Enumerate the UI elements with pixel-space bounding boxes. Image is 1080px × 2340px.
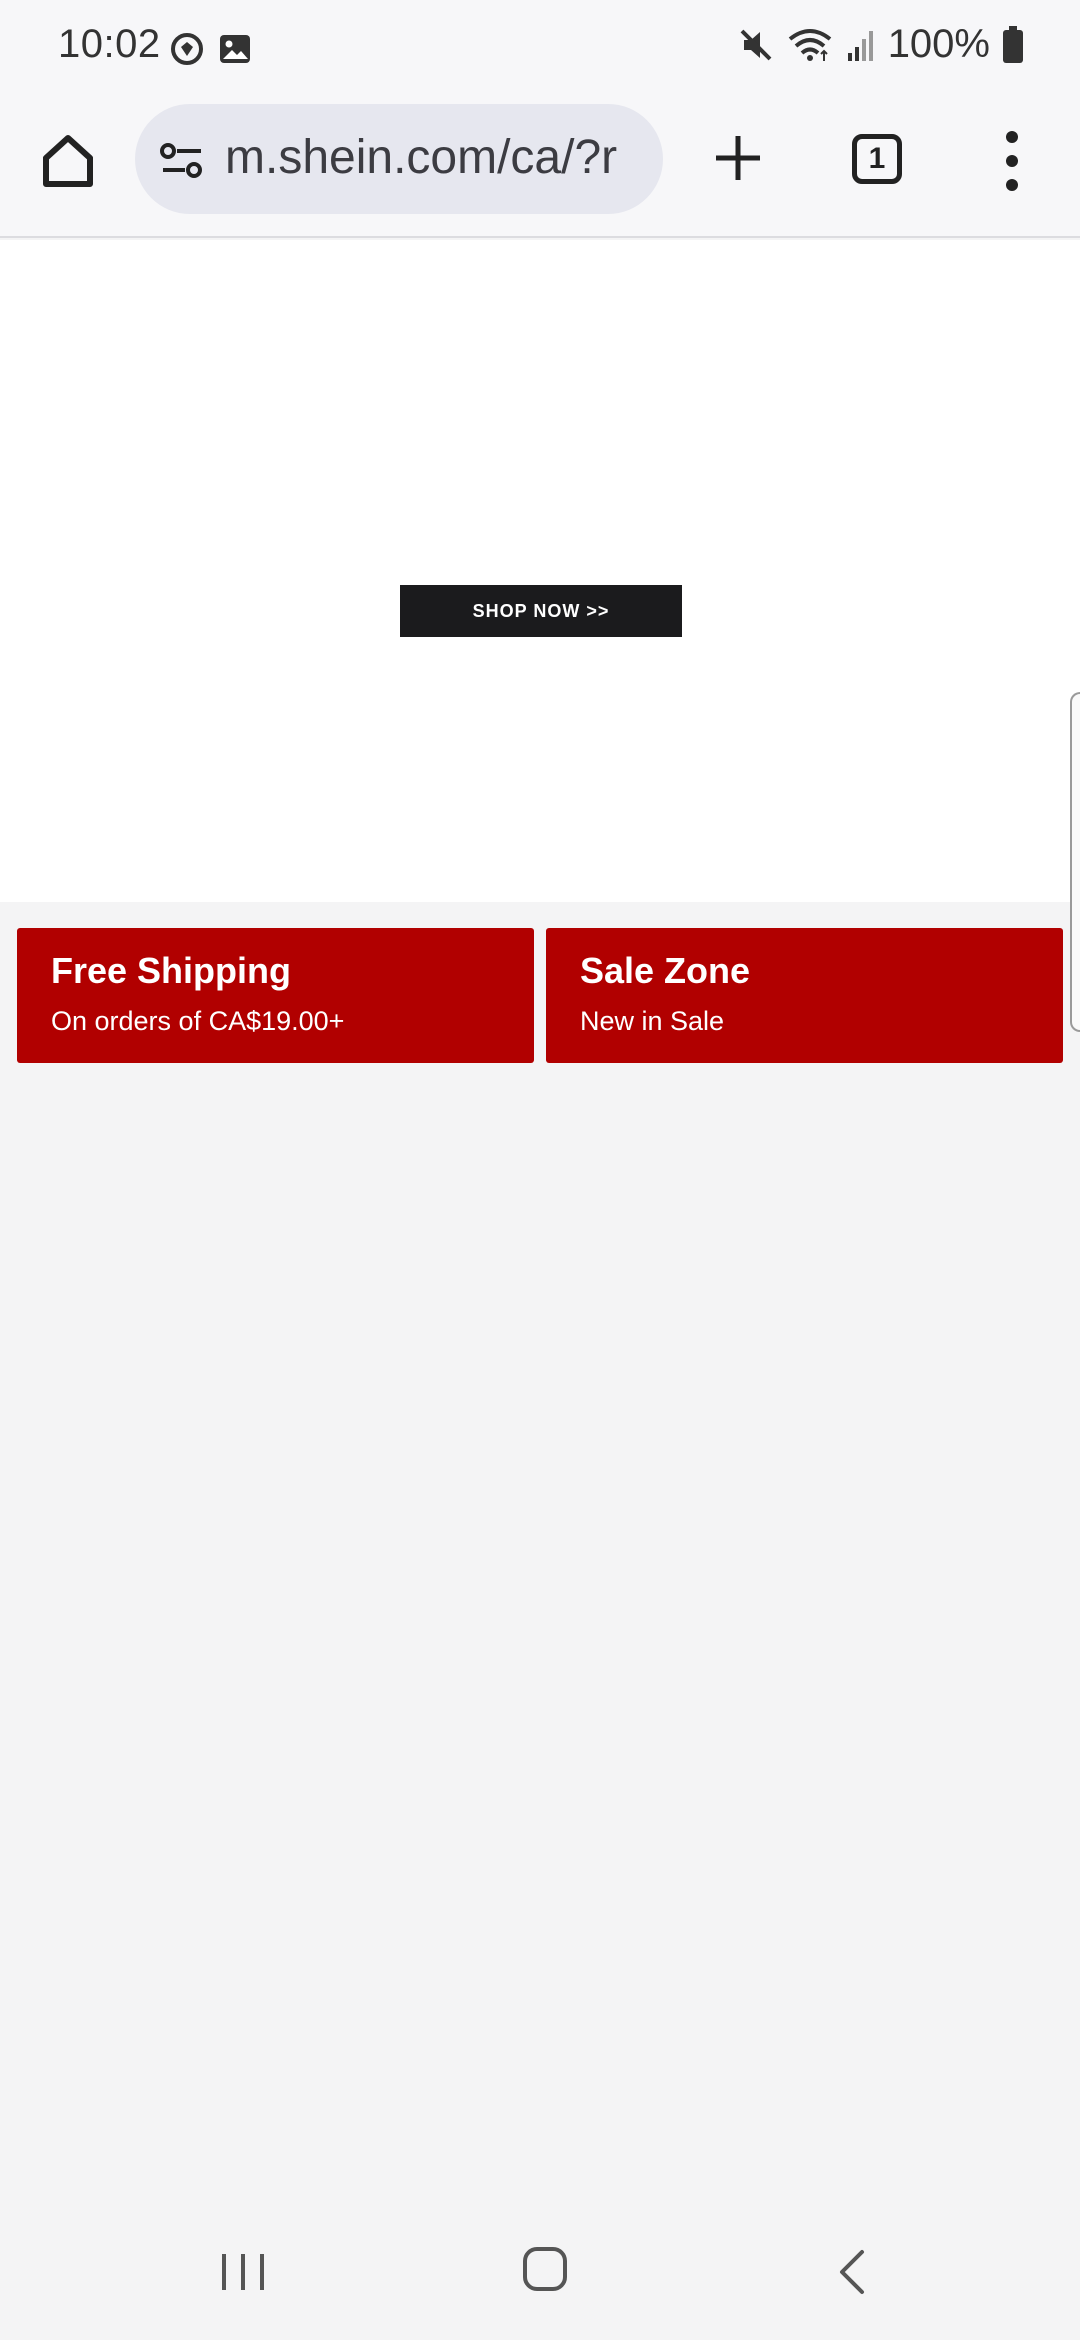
home-button[interactable] — [38, 130, 98, 190]
promo-title: Sale Zone — [580, 950, 751, 991]
sale-zone-banner[interactable]: Sale Zone New in Sale — [546, 928, 1063, 1063]
browser-toolbar: m.shein.com/ca/?r 1 — [0, 100, 1080, 238]
mute-icon — [740, 29, 772, 60]
battery-icon — [1003, 25, 1023, 63]
tab-count: 1 — [868, 142, 886, 175]
battery-percent: 100% — [887, 22, 990, 66]
status-right-icons: 100% — [738, 22, 1024, 67]
address-bar[interactable]: m.shein.com/ca/?r — [135, 104, 663, 214]
signal-icon — [847, 30, 873, 61]
free-shipping-banner[interactable]: Free Shipping On orders of CA$19.00+ — [17, 928, 534, 1063]
sync-icon — [171, 33, 203, 65]
system-nav-bar — [0, 2200, 1080, 2340]
status-bar: 10:02 100% — [0, 0, 1080, 100]
url-text[interactable]: m.shein.com/ca/?r — [225, 130, 645, 190]
home-nav-icon[interactable] — [522, 2246, 568, 2292]
site-settings-icon[interactable] — [159, 138, 205, 184]
status-time: 10:02 — [58, 22, 161, 66]
home-icon — [43, 135, 93, 187]
side-scroll-handle[interactable] — [1070, 692, 1080, 1032]
gallery-icon — [220, 35, 250, 63]
tabs-icon[interactable]: 1 — [852, 134, 902, 184]
status-left-icons — [170, 32, 252, 66]
hero-banner[interactable] — [0, 240, 1080, 902]
promo-subtitle: New in Sale — [580, 1006, 725, 1036]
wifi-icon — [788, 28, 831, 61]
back-icon[interactable] — [836, 2248, 866, 2296]
shop-now-button[interactable]: SHOP NOW >> — [400, 585, 682, 637]
recent-apps-icon[interactable] — [220, 2250, 266, 2294]
more-vert-icon — [1006, 131, 1018, 191]
new-tab-button[interactable] — [708, 128, 768, 188]
plus-icon — [716, 136, 760, 180]
promo-subtitle: On orders of CA$19.00+ — [51, 1006, 345, 1036]
more-menu-button[interactable] — [1000, 128, 1024, 194]
promo-title: Free Shipping — [51, 950, 292, 991]
